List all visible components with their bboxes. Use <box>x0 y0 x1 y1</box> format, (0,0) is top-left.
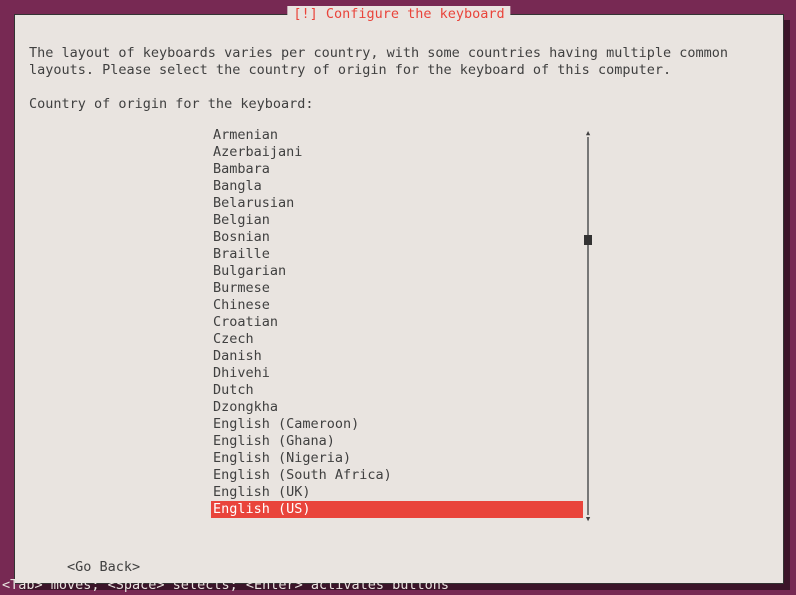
list-item[interactable]: Czech <box>211 331 583 348</box>
list-item[interactable]: English (UK) <box>211 484 583 501</box>
scrollbar[interactable]: ▴ ▾ <box>581 127 595 525</box>
dialog-message: The layout of keyboards varies per count… <box>29 45 771 79</box>
list-item[interactable]: Dhivehi <box>211 365 583 382</box>
keyboard-country-list[interactable]: ArmenianAzerbaijaniBambaraBanglaBelarusi… <box>211 127 583 518</box>
list-item[interactable]: Dzongkha <box>211 399 583 416</box>
list-item[interactable]: Bambara <box>211 161 583 178</box>
list-item[interactable]: Croatian <box>211 314 583 331</box>
help-bar: <Tab> moves; <Space> selects; <Enter> ac… <box>0 576 796 595</box>
list-item[interactable]: Chinese <box>211 297 583 314</box>
list-item[interactable]: English (Cameroon) <box>211 416 583 433</box>
list-item[interactable]: English (US) <box>211 501 583 518</box>
list-item[interactable]: English (Ghana) <box>211 433 583 450</box>
dialog-configure-keyboard: [!] Configure the keyboard The layout of… <box>14 14 784 584</box>
list-item[interactable]: English (South Africa) <box>211 467 583 484</box>
list-item[interactable]: Azerbaijani <box>211 144 583 161</box>
list-item[interactable]: Danish <box>211 348 583 365</box>
list-item[interactable]: Bosnian <box>211 229 583 246</box>
list-item[interactable]: Dutch <box>211 382 583 399</box>
list-item[interactable]: Belarusian <box>211 195 583 212</box>
list-item[interactable]: Bulgarian <box>211 263 583 280</box>
list-item[interactable]: Bangla <box>211 178 583 195</box>
list-item[interactable]: Belgian <box>211 212 583 229</box>
scroll-track-line <box>587 137 589 515</box>
scroll-thumb[interactable] <box>584 235 592 245</box>
dialog-title: [!] Configure the keyboard <box>287 6 510 23</box>
dialog-prompt: Country of origin for the keyboard: <box>29 96 771 113</box>
go-back-button[interactable]: <Go Back> <box>67 559 140 576</box>
list-item[interactable]: Armenian <box>211 127 583 144</box>
list-item[interactable]: Braille <box>211 246 583 263</box>
list-item[interactable]: Burmese <box>211 280 583 297</box>
scroll-down-icon[interactable]: ▾ <box>581 513 595 525</box>
list-item[interactable]: English (Nigeria) <box>211 450 583 467</box>
